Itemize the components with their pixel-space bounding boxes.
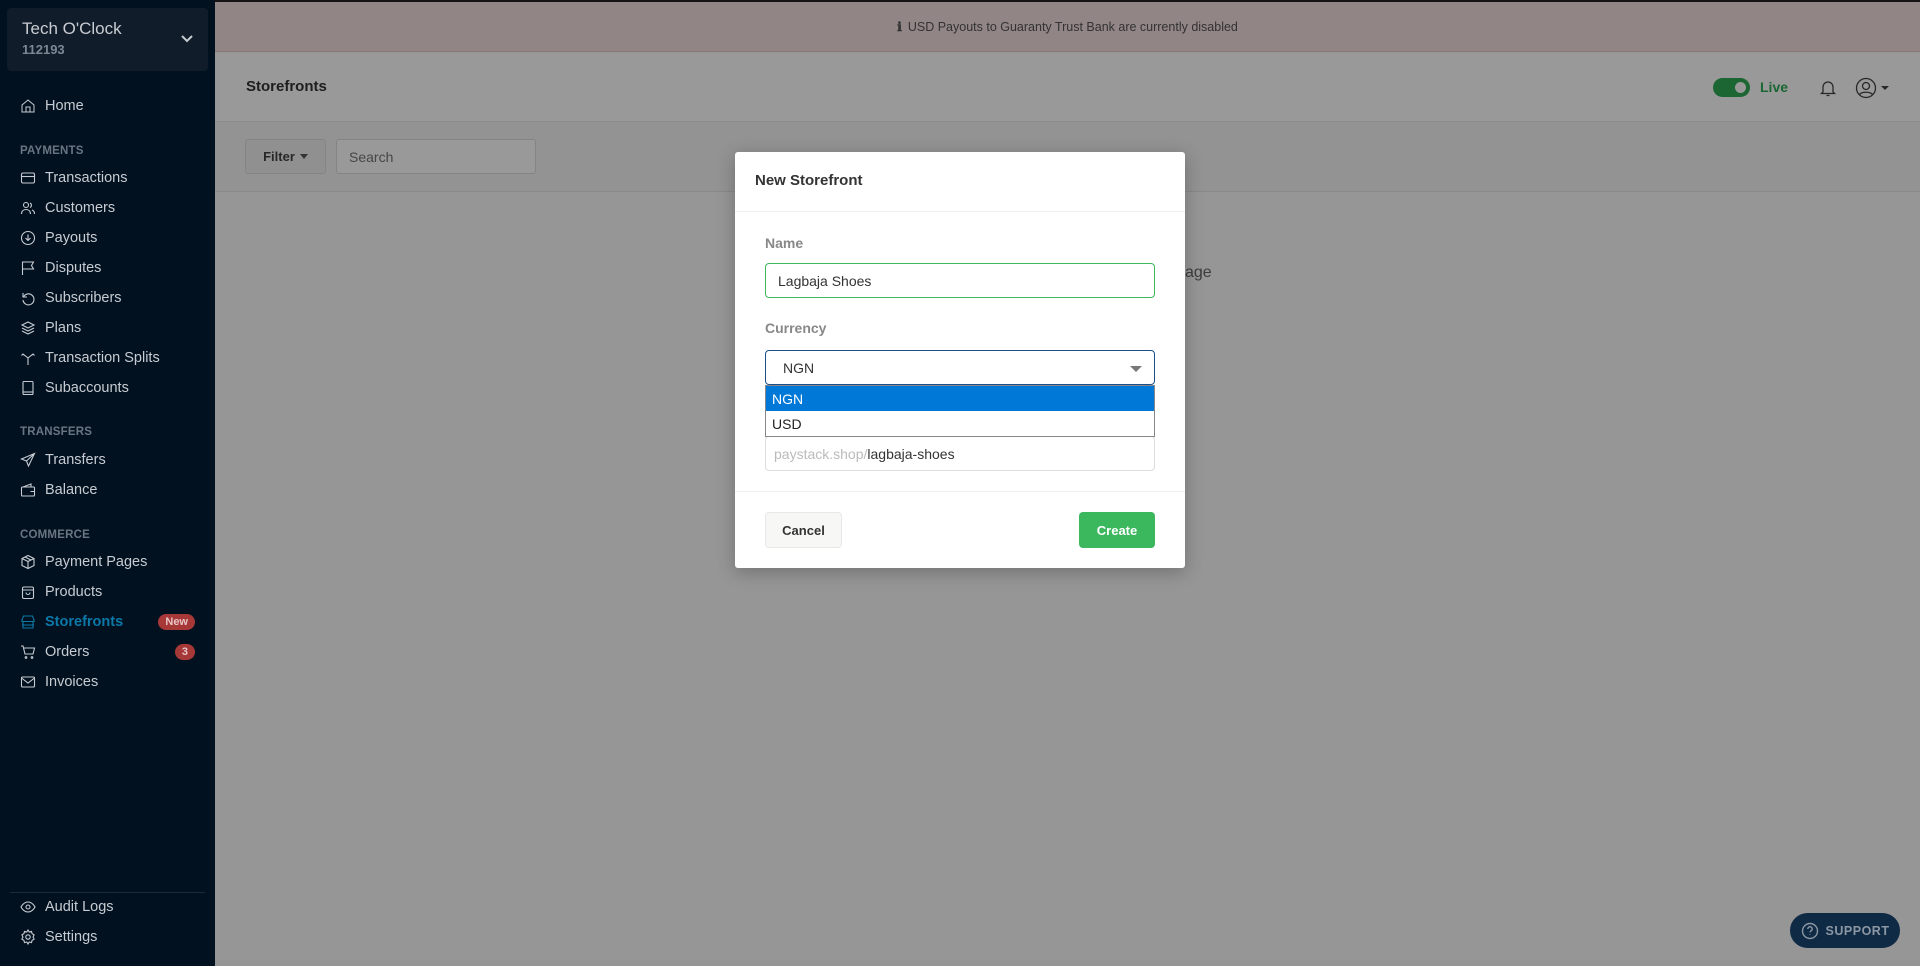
sidebar-item-transactions[interactable]: Transactions <box>20 166 195 190</box>
refresh-icon <box>22 293 35 306</box>
sidebar-item-label: Transactions <box>45 170 128 186</box>
eye-icon <box>20 901 36 913</box>
account-switcher[interactable]: Tech O'Clock 112193 <box>7 8 208 71</box>
sidebar-item-storefronts[interactable]: Storefronts New <box>20 610 195 634</box>
box-icon <box>21 554 35 570</box>
currency-options: NGN USD <box>765 385 1155 437</box>
sidebar-item-label: Plans <box>45 320 82 336</box>
sidebar-item-label: Audit Logs <box>45 899 114 915</box>
sidebar-item-transfers[interactable]: Transfers <box>20 448 195 472</box>
account-id: 112193 <box>22 42 65 57</box>
sidebar-item-label: Payment Pages <box>45 554 148 570</box>
sidebar-item-plans[interactable]: Plans <box>20 316 195 340</box>
new-storefront-modal: New Storefront Name Lagbaja Shoes Curren… <box>735 152 1185 568</box>
currency-option-ngn[interactable]: NGN <box>766 386 1154 411</box>
credit-card-icon <box>20 172 36 184</box>
wallet-icon <box>20 483 36 497</box>
sidebar-item-orders[interactable]: Orders 3 <box>20 640 195 664</box>
sidebar-item-label: Transaction Splits <box>45 350 160 366</box>
flag-icon <box>21 261 35 275</box>
sidebar-item-customers[interactable]: Customers <box>20 196 195 220</box>
help-circle-icon <box>1801 922 1818 939</box>
support-button[interactable]: SUPPORT <box>1790 913 1900 948</box>
sidebar-item-disputes[interactable]: Disputes <box>20 256 195 280</box>
create-button[interactable]: Create <box>1079 512 1155 548</box>
chevron-down-icon <box>181 35 193 43</box>
sidebar-item-label: Storefronts <box>45 614 124 630</box>
mail-icon <box>20 676 36 688</box>
storefront-url-input[interactable]: paystack.shop/lagbaja-shoes <box>765 436 1155 471</box>
currency-select[interactable]: NGN <box>765 350 1155 385</box>
sidebar-item-subaccounts[interactable]: Subaccounts <box>20 376 195 400</box>
split-icon <box>21 353 35 365</box>
section-transfers: TRANSFERS <box>20 426 93 438</box>
sidebar-item-home[interactable]: Home <box>20 94 195 118</box>
sidebar-item-label: Subaccounts <box>45 380 129 396</box>
sidebar-item-products[interactable]: Products <box>20 580 195 604</box>
count-badge: 3 <box>174 644 195 660</box>
sidebar-item-label: Products <box>45 584 103 600</box>
currency-label: Currency <box>765 320 827 336</box>
currency-option-usd[interactable]: USD <box>766 411 1154 436</box>
home-icon <box>21 99 35 113</box>
sidebar-item-label: Payouts <box>45 230 98 246</box>
bag-icon <box>21 586 35 600</box>
sidebar-item-balance[interactable]: Balance <box>20 478 195 502</box>
sidebar-item-label: Settings <box>45 929 98 945</box>
support-label: SUPPORT <box>1825 923 1890 938</box>
sidebar-item-invoices[interactable]: Invoices <box>20 670 195 694</box>
sidebar-item-label: Balance <box>45 482 98 498</box>
sidebar-item-label: Subscribers <box>45 290 122 306</box>
sidebar: Tech O'Clock 112193 Home PAYMENTS TRANSF… <box>0 0 215 966</box>
store-icon <box>21 615 35 629</box>
sidebar-item-transaction-splits[interactable]: Transaction Splits <box>20 346 195 370</box>
sidebar-item-subscribers[interactable]: Subscribers <box>20 286 195 310</box>
sidebar-item-payouts[interactable]: Payouts <box>20 226 195 250</box>
sidebar-item-audit-logs[interactable]: Audit Logs <box>20 895 195 919</box>
modal-footer-divider <box>735 491 1185 492</box>
gear-icon <box>21 929 35 945</box>
name-label: Name <box>765 235 804 251</box>
name-input[interactable]: Lagbaja Shoes <box>765 263 1155 298</box>
layers-icon <box>20 321 36 335</box>
sidebar-item-label: Invoices <box>45 674 99 690</box>
sidebar-item-settings[interactable]: Settings <box>20 925 195 949</box>
url-prefix: paystack.shop/ <box>774 445 868 462</box>
sidebar-item-payment-pages[interactable]: Payment Pages <box>20 550 195 574</box>
sidebar-item-label: Orders <box>45 644 90 660</box>
send-icon <box>20 452 36 468</box>
currency-value: NGN <box>783 359 815 376</box>
sidebar-item-label: Disputes <box>45 260 102 276</box>
arrow-down-circle-icon <box>20 230 36 246</box>
section-commerce: COMMERCE <box>20 529 90 541</box>
caret-down-icon <box>1130 366 1142 372</box>
modal-title: New Storefront <box>735 152 1185 212</box>
section-payments: PAYMENTS <box>20 145 84 157</box>
new-badge: New <box>158 614 195 630</box>
sidebar-divider <box>10 892 205 893</box>
sidebar-item-label: Customers <box>45 200 116 216</box>
url-slug: lagbaja-shoes <box>867 445 955 462</box>
cancel-button[interactable]: Cancel <box>765 512 842 548</box>
sidebar-item-label: Home <box>45 98 84 114</box>
account-name: Tech O'Clock <box>22 19 122 38</box>
cart-icon <box>21 645 36 659</box>
sidebar-item-label: Transfers <box>45 452 106 468</box>
book-icon <box>22 380 34 396</box>
users-icon <box>20 201 36 215</box>
